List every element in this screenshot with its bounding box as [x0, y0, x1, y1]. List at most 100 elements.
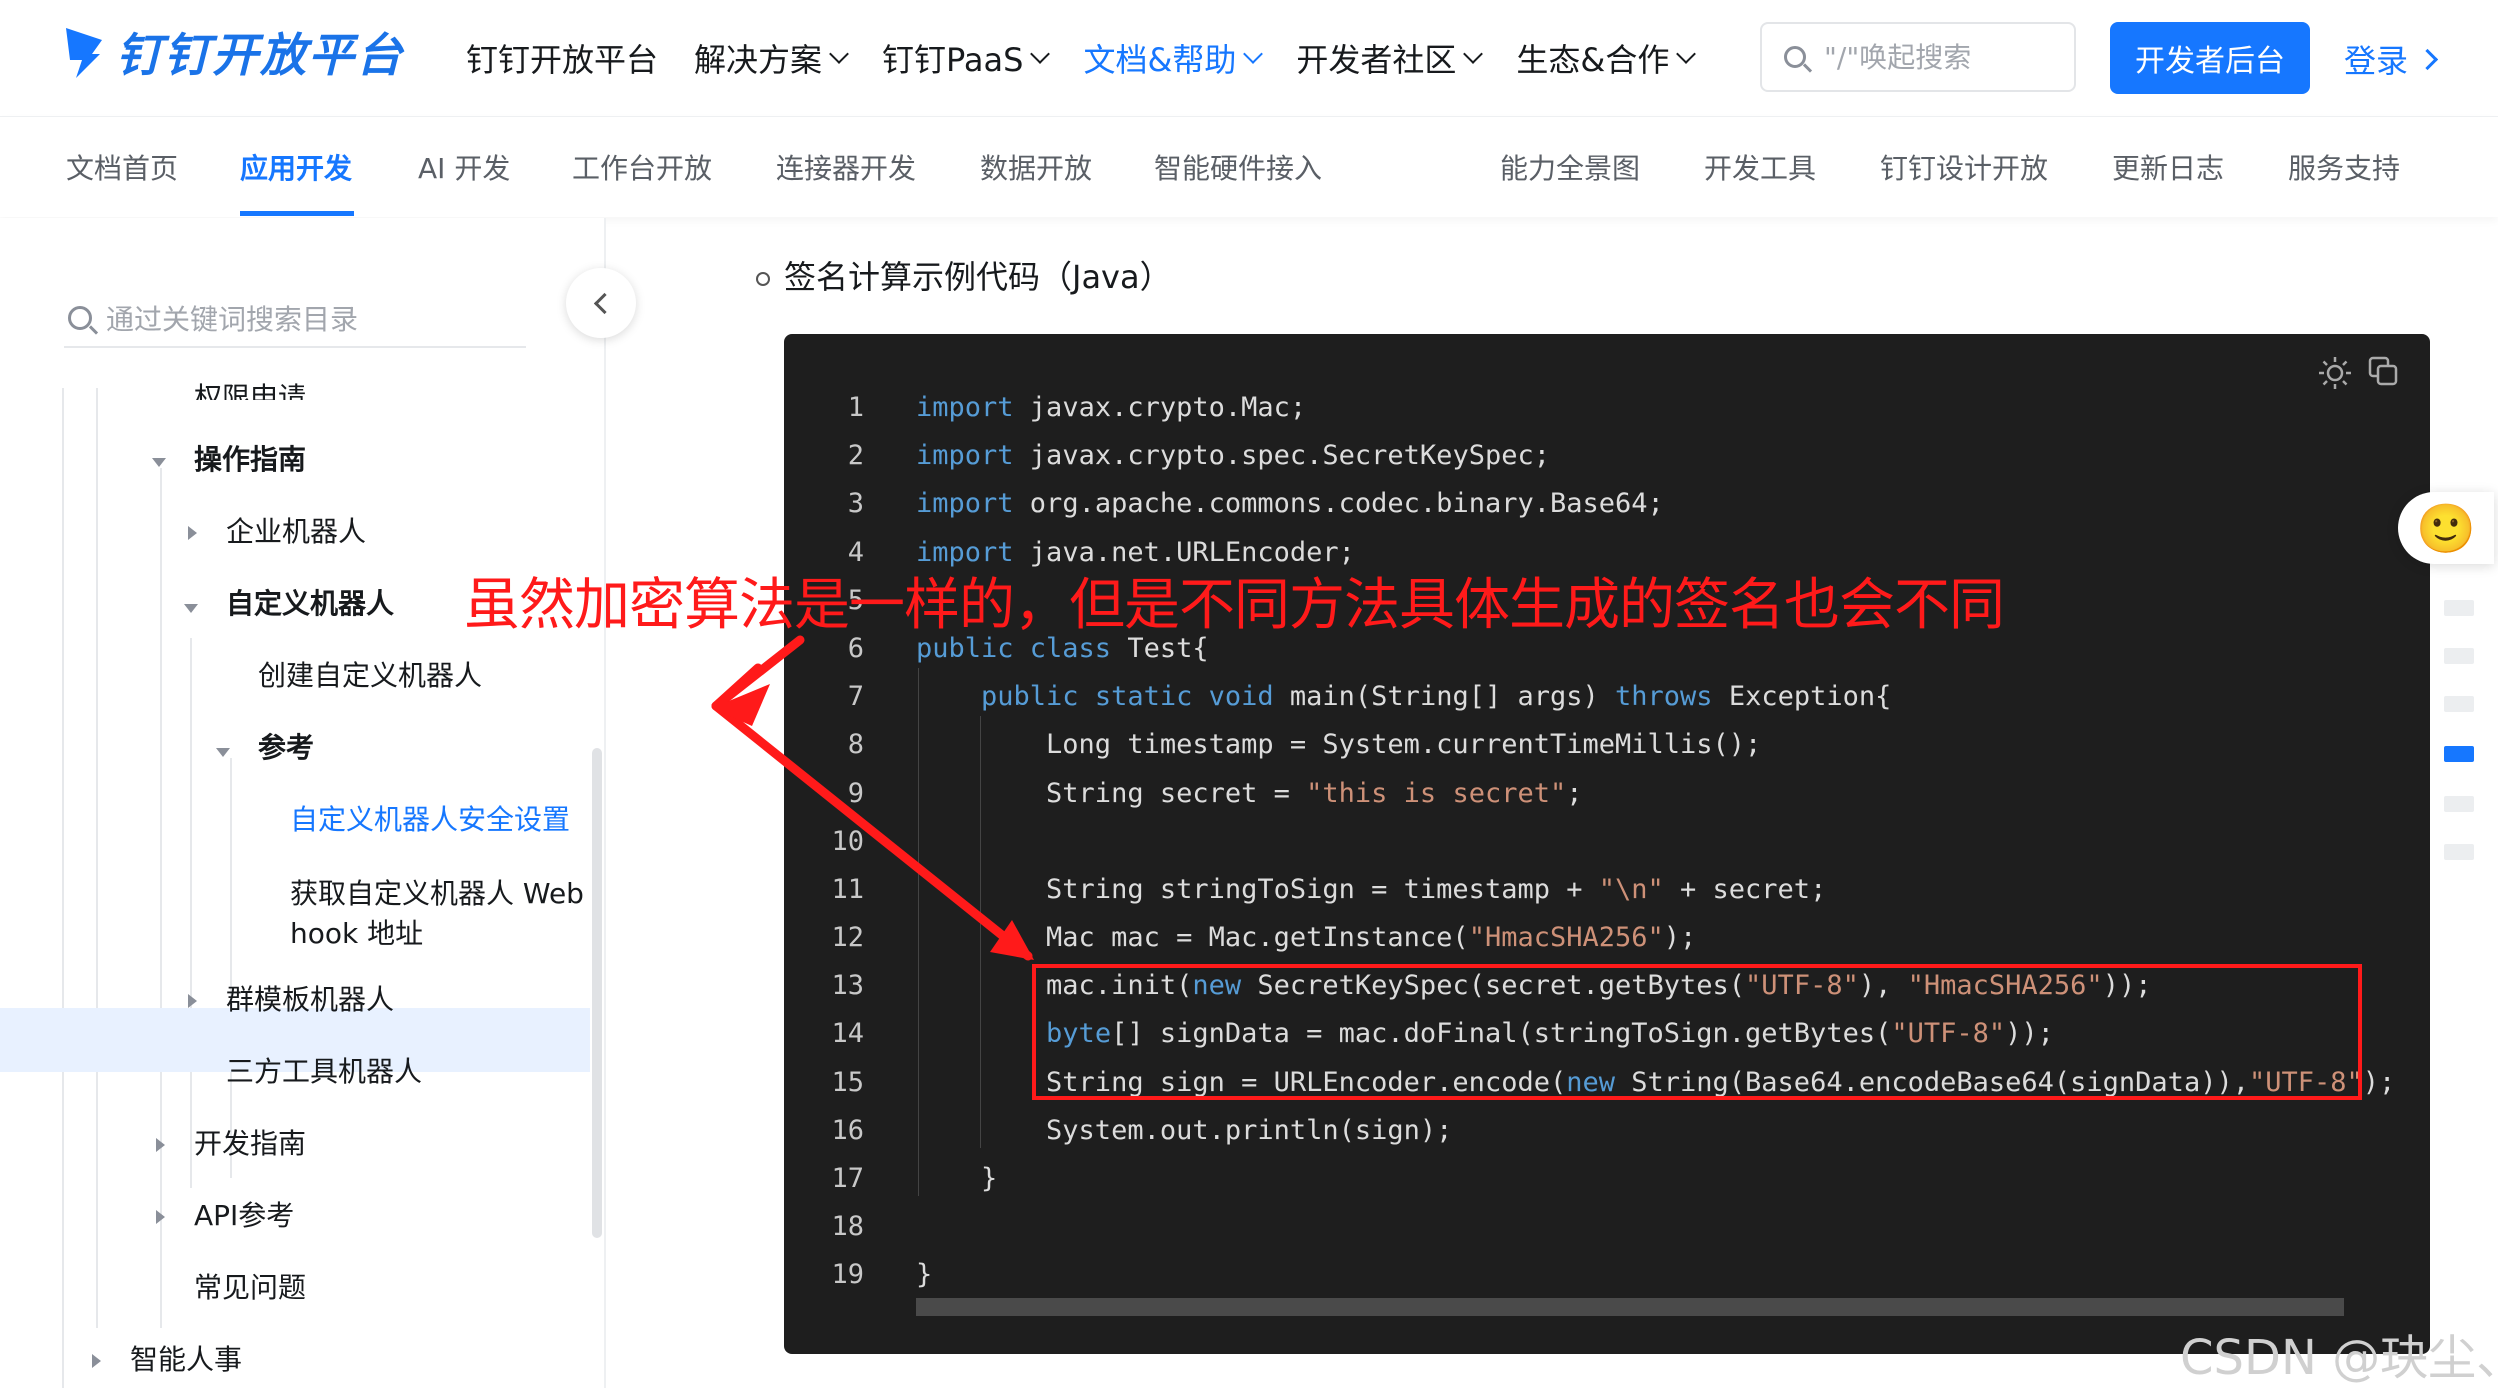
line-number: 15	[831, 1066, 864, 1098]
line-number: 18	[831, 1211, 864, 1243]
caret-down-icon	[216, 748, 230, 757]
topnav-label: 文档&帮助	[1083, 41, 1237, 79]
sidebar-scrollbar[interactable]	[592, 748, 602, 1238]
chevron-down-icon	[1243, 44, 1264, 64]
code-line: 7 public static void main(String[] args)…	[784, 673, 2430, 721]
code-line: 3 import org.apache.commons.codec.binary.…	[784, 480, 2430, 528]
feedback-smiley-icon[interactable]: 🙂	[2398, 492, 2494, 564]
subnav-workbench[interactable]: 工作台开放	[572, 147, 712, 187]
line-number: 17	[831, 1163, 864, 1194]
sidebar-item-smart-hr[interactable]: 智能人事	[130, 1340, 242, 1380]
annotation-text: 虽然加密算法是一样的，但是不同方法具体生成的签名也会不同	[464, 573, 2005, 638]
sidebar-item-webhook-line2[interactable]: hook 地址	[290, 914, 423, 954]
caret-down-icon	[184, 604, 198, 613]
code-text: Long timestamp = System.currentTimeMilli…	[916, 729, 1762, 761]
sidebar-item-op-guide[interactable]: 操作指南	[194, 440, 306, 480]
collapse-sidebar-button[interactable]	[566, 268, 636, 338]
active-tab-indicator	[240, 211, 354, 216]
sidebar-item-third-party-bot[interactable]: 三方工具机器人	[226, 1052, 422, 1092]
chevron-right-icon	[2416, 48, 2439, 70]
subnav-changelog[interactable]: 更新日志	[2112, 147, 2224, 187]
line-number: 12	[831, 922, 864, 954]
chevron-down-icon	[1676, 44, 1697, 64]
subnav-connector[interactable]: 连接器开发	[776, 147, 916, 187]
minimap-bar[interactable]	[2444, 648, 2474, 664]
login-link[interactable]: 登录	[2344, 36, 2439, 82]
topnav-item-paas[interactable]: 钉钉PaaS	[882, 35, 1051, 81]
code-line: 8 Long timestamp = System.currentTimeMil…	[784, 721, 2430, 769]
line-number: 14	[831, 1018, 864, 1050]
search-icon	[68, 306, 92, 330]
line-number: 8	[847, 729, 864, 761]
caret-right-icon	[156, 1210, 165, 1224]
copy-icon[interactable]	[2368, 356, 2398, 386]
topnav-item-ecosystem[interactable]: 生态&合作	[1516, 35, 1697, 81]
tree-guide-line	[160, 468, 162, 1328]
topnav-item-platform[interactable]: 钉钉开放平台	[466, 35, 658, 81]
topnav-label: 开发者社区	[1296, 41, 1457, 79]
subnav-ai-dev[interactable]: AI 开发	[418, 147, 510, 187]
topnav-label: 钉钉PaaS	[882, 41, 1024, 79]
line-number: 16	[831, 1114, 864, 1146]
sidebar-item-api-ref[interactable]: API参考	[194, 1196, 294, 1236]
code-line: 11 String stringToSign = timestamp + "\n…	[784, 866, 2430, 914]
code-line: 12 Mac mac = Mac.getInstance("HmacSHA256…	[784, 914, 2430, 962]
list-bullet	[756, 272, 770, 286]
code-line: 19}	[784, 1251, 2430, 1299]
minimap-bar[interactable]	[2444, 844, 2474, 860]
subnav-design[interactable]: 钉钉设计开放	[1880, 147, 2048, 187]
sidebar-item-create-custom-bot[interactable]: 创建自定义机器人	[258, 656, 482, 696]
sidebar-item-enterprise-bot[interactable]: 企业机器人	[226, 512, 366, 552]
sidebar-item-security-settings[interactable]: 自定义机器人安全设置	[290, 800, 570, 840]
code-horizontal-scrollbar[interactable]	[916, 1298, 2344, 1316]
sidebar-item-reference[interactable]: 参考	[258, 728, 314, 768]
code-block: 1 import javax.crypto.Mac; 2 import javax.c…	[784, 334, 2430, 1354]
code-text: Mac mac = Mac.getInstance("HmacSHA256");	[916, 922, 1697, 954]
subnav-support[interactable]: 服务支持	[2288, 147, 2400, 187]
developer-console-button[interactable]: 开发者后台	[2110, 22, 2310, 94]
caret-down-icon	[152, 458, 166, 467]
subnav-data-open[interactable]: 数据开放	[980, 147, 1092, 187]
sidebar-item-group-template-bot[interactable]: 群模板机器人	[226, 980, 394, 1020]
topnav-item-community[interactable]: 开发者社区	[1296, 35, 1484, 81]
minimap-bar[interactable]	[2444, 796, 2474, 812]
global-search[interactable]	[1760, 22, 2076, 92]
code-line: 16 System.out.println(sign);	[784, 1107, 2430, 1155]
line-number: 7	[847, 681, 864, 713]
top-nav: 钉钉开放平台 解决方案 钉钉PaaS 文档&帮助 开发者社区 生态&合作	[466, 30, 1729, 86]
minimap-bar[interactable]	[2444, 696, 2474, 712]
topnav-label: 生态&合作	[1516, 41, 1670, 79]
subnav-dev-tools[interactable]: 开发工具	[1704, 147, 1816, 187]
search-icon	[1784, 46, 1806, 68]
docs-sidebar: 通过关键词搜索目录 权限申请 操作指南 企业机器人 自定义机器人 创建自定义机器…	[0, 218, 606, 1388]
code-text: System.out.println(sign);	[916, 1114, 1453, 1146]
line-number: 3	[847, 488, 864, 520]
sidebar-item-webhook-line1[interactable]: 获取自定义机器人 Web	[290, 874, 584, 914]
csdn-watermark: CSDN @玦尘、	[2180, 1330, 2498, 1386]
topnav-item-solutions[interactable]: 解决方案	[694, 35, 849, 81]
search-input[interactable]	[1822, 39, 2056, 75]
subnav-app-dev[interactable]: 应用开发	[240, 147, 352, 187]
code-line: 1 import javax.crypto.Mac;	[784, 384, 2430, 432]
topnav-item-docs[interactable]: 文档&帮助	[1083, 35, 1264, 81]
sidebar-item-dev-guide[interactable]: 开发指南	[194, 1124, 306, 1164]
chevron-down-icon	[1030, 44, 1051, 64]
topnav-label: 钉钉开放平台	[466, 41, 659, 79]
site-logo[interactable]: 钉钉开放平台	[62, 22, 404, 82]
code-line: 9 String secret = "this is secret";	[784, 770, 2430, 818]
sidebar-item-custom-bot[interactable]: 自定义机器人	[226, 584, 394, 624]
line-number: 19	[831, 1259, 864, 1291]
minimap-bar[interactable]	[2444, 600, 2474, 616]
tree-guide-line	[62, 388, 64, 1388]
sidebar-item-faq[interactable]: 常见问题	[194, 1268, 306, 1308]
code-text: String stringToSign = timestamp + "\n" +…	[916, 873, 1827, 905]
subnav-capability-map[interactable]: 能力全景图	[1500, 147, 1640, 187]
minimap-bar-active[interactable]	[2444, 746, 2474, 762]
subnav-docs-home[interactable]: 文档首页	[66, 147, 178, 187]
sidebar-search[interactable]: 通过关键词搜索目录	[64, 290, 526, 348]
chevron-down-icon	[1463, 44, 1484, 64]
code-text: import javax.crypto.spec.SecretKeySpec;	[916, 440, 1550, 472]
code-text: public static void main(String[] args) t…	[981, 681, 1892, 713]
subnav-hardware[interactable]: 智能硬件接入	[1154, 147, 1322, 187]
sidebar-item-permission[interactable]: 权限申请	[194, 378, 306, 400]
